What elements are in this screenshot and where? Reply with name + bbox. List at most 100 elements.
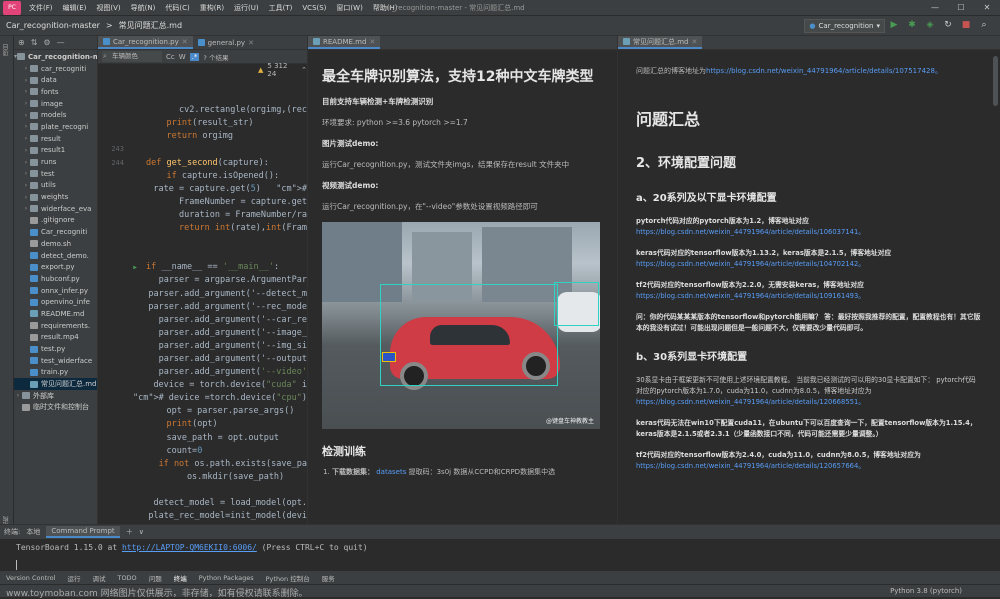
expand-icon[interactable]: ›	[22, 100, 30, 107]
close-tab-icon[interactable]: ✕	[692, 38, 698, 46]
tree-item[interactable]: requirements.	[14, 320, 97, 332]
expand-icon[interactable]: ›	[22, 182, 30, 189]
menu-tools[interactable]: 工具(T)	[264, 3, 298, 13]
terminal-output[interactable]: TensorBoard 1.15.0 at http://LAPTOP-QM6E…	[0, 539, 1000, 556]
expand-icon[interactable]: ›	[22, 88, 30, 95]
tree-item[interactable]: › 外部库	[14, 390, 97, 402]
tool-services[interactable]: 服务	[316, 573, 341, 583]
tree-item[interactable]: › models	[14, 109, 97, 121]
tool-run[interactable]: 运行	[61, 573, 86, 583]
menu-file[interactable]: 文件(F)	[24, 3, 58, 13]
tree-item[interactable]: › weights	[14, 191, 97, 203]
close-icon[interactable]: ✕	[974, 0, 1000, 16]
terminal-tab-cmd[interactable]: Command Prompt	[46, 526, 120, 538]
inspection-widget[interactable]: ▲ 5 312 24 ⌃	[238, 62, 307, 78]
close-tab-icon[interactable]: ✕	[248, 39, 254, 47]
find-input[interactable]: 车辆颜色	[102, 51, 162, 62]
close-tab-icon[interactable]: ✕	[182, 38, 188, 46]
expand-icon[interactable]: ›	[22, 159, 30, 166]
tree-item[interactable]: › image	[14, 98, 97, 110]
expand-icon[interactable]: ›	[22, 65, 30, 72]
tool-terminal[interactable]: 终端	[168, 573, 193, 583]
match-case-icon[interactable]: Cc	[166, 53, 175, 61]
tree-item[interactable]: › car_recogniti	[14, 63, 97, 75]
tree-item[interactable]: demo.sh	[14, 238, 97, 250]
collapse-icon[interactable]: ⇅	[31, 38, 38, 47]
expand-icon[interactable]: ›	[22, 77, 30, 84]
menu-code[interactable]: 代码(C)	[160, 3, 194, 13]
tool-problems[interactable]: 问题	[143, 573, 168, 583]
tree-item[interactable]: onnx_infer.py	[14, 285, 97, 297]
menu-edit[interactable]: 编辑(E)	[58, 3, 92, 13]
expand-icon[interactable]: ›	[22, 135, 30, 142]
rerun-icon[interactable]: ↻	[942, 19, 954, 31]
tree-root[interactable]: ▾ Car_recognition-m	[14, 51, 97, 63]
expand-icon[interactable]: ›	[22, 170, 30, 177]
tool-python-console[interactable]: Python 控制台	[260, 573, 316, 583]
close-tab-icon[interactable]: ✕	[369, 38, 375, 46]
menu-navigate[interactable]: 导航(N)	[126, 3, 161, 13]
expand-icon[interactable]: ›	[14, 392, 22, 399]
tool-debug[interactable]: 调试	[86, 573, 111, 583]
tool-todo[interactable]: TODO	[111, 574, 142, 582]
tensorboard-link[interactable]: http://LAPTOP-QM6EKII0:6006/	[122, 543, 257, 552]
menu-view[interactable]: 视图(V)	[91, 3, 125, 13]
tree-item[interactable]: 临时文件和控制台	[14, 402, 97, 414]
run-gutter-icon[interactable]: ▶	[128, 261, 142, 274]
tree-item[interactable]: › test	[14, 168, 97, 180]
menu-run[interactable]: 运行(U)	[229, 3, 264, 13]
breadcrumb-file[interactable]: 常见问题汇总.md	[113, 20, 188, 31]
run-configuration-select[interactable]: ● Car_recognition ▾	[804, 19, 885, 33]
debug-icon[interactable]: ✱	[906, 19, 918, 31]
faq-link2[interactable]: https://blog.csdn.net/weixin_44791964/ar…	[636, 259, 982, 270]
tree-item[interactable]: 常见问题汇总.md	[14, 378, 97, 390]
regex-icon[interactable]: .*	[189, 52, 200, 61]
tree-item[interactable]: › data	[14, 74, 97, 86]
tab-general[interactable]: general.py ✕	[193, 36, 259, 49]
faq-link3[interactable]: https://blog.csdn.net/weixin_44791964/ar…	[636, 291, 982, 302]
tree-item[interactable]: hubconf.py	[14, 273, 97, 285]
words-icon[interactable]: W	[179, 53, 186, 61]
faq-intro-link[interactable]: https://blog.csdn.net/weixin_44791964/ar…	[706, 67, 942, 75]
run-icon[interactable]: ▶	[888, 19, 900, 31]
add-terminal-icon[interactable]: ＋	[126, 527, 133, 537]
menu-vcs[interactable]: VCS(S)	[297, 4, 331, 12]
tree-item[interactable]: › fonts	[14, 86, 97, 98]
tree-item[interactable]: › utils	[14, 180, 97, 192]
python-interpreter[interactable]: Python 3.8 (pytorch)	[890, 587, 962, 595]
tool-python-packages[interactable]: Python Packages	[193, 574, 260, 582]
tool-version-control[interactable]: Version Control	[0, 574, 61, 582]
tree-item[interactable]: detect_demo.	[14, 250, 97, 262]
settings-icon[interactable]: ⚙	[43, 38, 50, 47]
faq-link1[interactable]: https://blog.csdn.net/weixin_44791964/ar…	[636, 227, 982, 238]
expand-icon[interactable]: ›	[22, 194, 30, 201]
code-area[interactable]: cv2.rectangle(orgimg,(rec print(result_s…	[98, 78, 307, 524]
tree-item[interactable]: export.py	[14, 261, 97, 273]
tree-item[interactable]: Car_recogniti	[14, 226, 97, 238]
search-icon[interactable]: ⌕	[978, 19, 990, 31]
maximize-icon[interactable]: ☐	[948, 0, 974, 16]
tree-item[interactable]: › plate_recogni	[14, 121, 97, 133]
menu-window[interactable]: 窗口(W)	[331, 3, 367, 13]
tree-item[interactable]: › result1	[14, 145, 97, 157]
tab-car-recognition[interactable]: Car_recognition.py ✕	[98, 36, 193, 49]
expand-icon[interactable]: ›	[22, 147, 30, 154]
project-dropdown-icon[interactable]: ⊕	[18, 38, 25, 47]
tab-faq[interactable]: 常见问题汇总.md ✕	[618, 36, 703, 49]
coverage-icon[interactable]: ◈	[924, 19, 936, 31]
tree-item[interactable]: › runs	[14, 156, 97, 168]
tree-item[interactable]: README.md	[14, 308, 97, 320]
datasets-link[interactable]: datasets	[376, 468, 406, 476]
terminal-tab-local[interactable]: 本地	[26, 527, 40, 537]
hide-icon[interactable]: —	[57, 38, 65, 47]
expand-icon[interactable]: ›	[22, 123, 30, 130]
tree-item[interactable]: › result	[14, 133, 97, 145]
tree-item[interactable]: test.py	[14, 343, 97, 355]
tab-readme[interactable]: README.md ✕	[308, 36, 381, 49]
vertical-scrollbar[interactable]	[993, 56, 998, 106]
tree-item[interactable]: test_widerface	[14, 355, 97, 367]
expand-icon[interactable]: ›	[22, 205, 30, 212]
faq-link7[interactable]: https://blog.csdn.net/weixin_44791964/ar…	[636, 461, 982, 472]
project-tool-label[interactable]: 项目	[2, 44, 11, 56]
breadcrumb-project[interactable]: Car_recognition-master	[0, 21, 106, 30]
